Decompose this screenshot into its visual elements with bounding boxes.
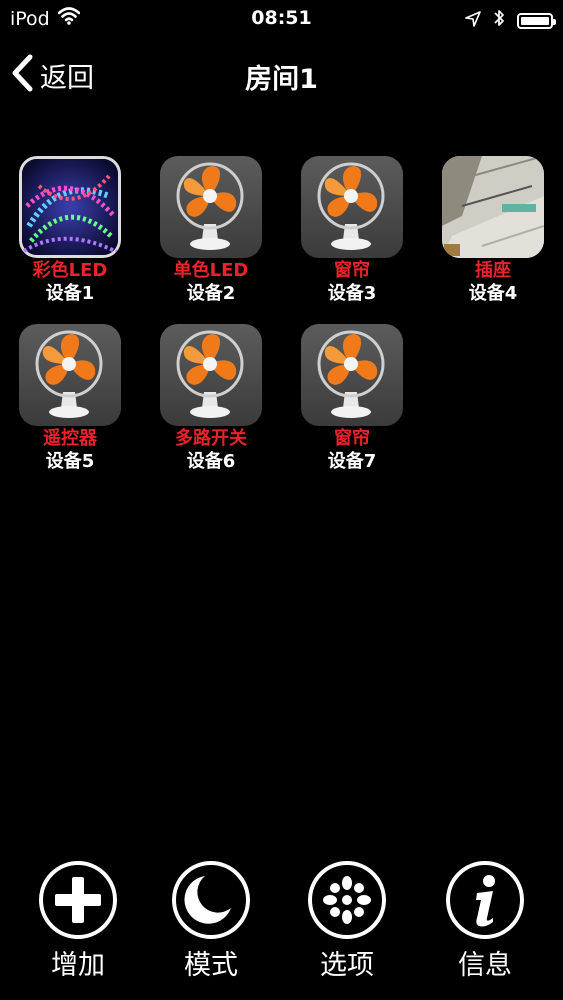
device-tile-6[interactable]: 多路开关 设备6 xyxy=(151,324,271,474)
device-tile-5[interactable]: 遥控器 设备5 xyxy=(10,324,130,474)
info-label: 信息 xyxy=(458,950,512,981)
device-name-label: 设备2 xyxy=(186,283,236,304)
device-type-label: 窗帘 xyxy=(334,260,370,281)
battery-icon xyxy=(517,12,556,29)
device-type-label: 彩色LED xyxy=(32,260,108,281)
device-tile-1[interactable]: 彩色LED 设备1 xyxy=(10,156,130,306)
add-label: 增加 xyxy=(51,950,105,981)
fan-icon xyxy=(301,156,403,258)
status-bar: iPod 08:51 xyxy=(0,0,563,36)
device-name-label: 设备5 xyxy=(45,451,95,472)
moon-icon xyxy=(171,860,251,940)
bottom-toolbar: 增加 模式 选项 信息 xyxy=(0,860,563,1000)
options-label: 选项 xyxy=(320,950,374,981)
device-name-label: 设备3 xyxy=(327,283,377,304)
options-button[interactable]: 选项 xyxy=(297,860,397,982)
add-button[interactable]: 增加 xyxy=(28,860,128,982)
device-type-label: 多路开关 xyxy=(175,428,247,449)
status-right xyxy=(465,8,556,33)
info-button[interactable]: 信息 xyxy=(435,860,535,982)
device-type-label: 遥控器 xyxy=(43,428,97,449)
mode-button[interactable]: 模式 xyxy=(161,860,261,982)
device-tile-4[interactable]: 插座 设备4 xyxy=(433,156,553,306)
device-type-label: 窗帘 xyxy=(334,428,370,449)
navigation-bar: 返回 房间1 xyxy=(0,40,563,110)
device-name-label: 设备7 xyxy=(327,451,377,472)
flower-icon xyxy=(307,860,387,940)
location-arrow-icon xyxy=(465,10,481,32)
fan-icon xyxy=(160,156,262,258)
device-name-label: 设备4 xyxy=(468,283,518,304)
device-tile-7[interactable]: 窗帘 设备7 xyxy=(292,324,412,474)
socket-photo xyxy=(442,156,544,258)
device-name-label: 设备6 xyxy=(186,451,236,472)
device-tile-2[interactable]: 单色LED 设备2 xyxy=(151,156,271,306)
bluetooth-icon xyxy=(493,8,505,33)
mode-label: 模式 xyxy=(184,950,238,981)
info-icon xyxy=(445,860,525,940)
device-type-label: 单色LED xyxy=(173,260,249,281)
plus-icon xyxy=(38,860,118,940)
device-type-label: 插座 xyxy=(475,260,511,281)
fan-icon xyxy=(19,324,121,426)
fan-icon xyxy=(160,324,262,426)
device-name-label: 设备1 xyxy=(45,283,95,304)
device-tile-3[interactable]: 窗帘 设备3 xyxy=(292,156,412,306)
rgb-led-strip-photo xyxy=(19,156,121,258)
page-title: 房间1 xyxy=(245,64,318,95)
fan-icon xyxy=(301,324,403,426)
